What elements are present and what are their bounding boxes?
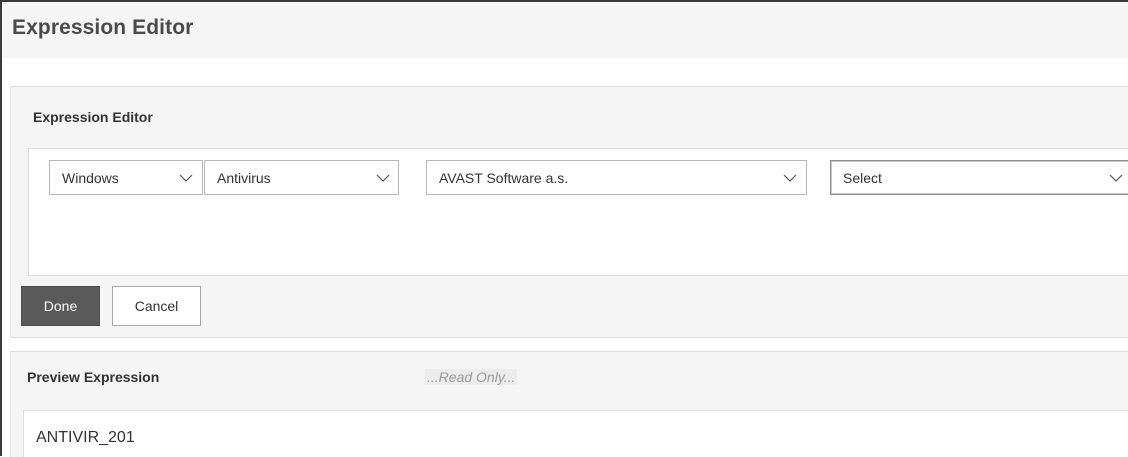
chevron-down-icon: [179, 174, 193, 182]
preview-expression-field: ANTIVIR_201: [23, 410, 1128, 457]
os-select[interactable]: Windows: [49, 160, 203, 195]
category-select-value: Antivirus: [217, 170, 271, 186]
preview-expression-value: ANTIVIR_201: [36, 429, 135, 446]
done-button[interactable]: Done: [21, 286, 100, 326]
chevron-down-icon: [376, 174, 390, 182]
title-spacer: [2, 58, 1128, 86]
editor-section-heading: Expression Editor: [33, 109, 153, 125]
preview-expression-panel: Preview Expression ...Read Only... ANTIV…: [10, 351, 1128, 457]
product-select-value: Select: [843, 170, 882, 186]
chevron-down-icon: [1109, 174, 1123, 182]
vendor-select-value: AVAST Software a.s.: [439, 170, 569, 186]
title-bar: Expression Editor: [2, 2, 1128, 58]
preview-heading: Preview Expression: [27, 369, 160, 385]
chevron-down-icon: [783, 174, 797, 182]
expression-builder-box: Windows Antivirus AVAST Software a.s. Se…: [28, 148, 1128, 276]
os-select-value: Windows: [62, 170, 119, 186]
cancel-button[interactable]: Cancel: [112, 286, 201, 326]
category-select[interactable]: Antivirus: [204, 160, 399, 195]
product-select[interactable]: Select: [830, 160, 1128, 195]
vendor-select[interactable]: AVAST Software a.s.: [426, 160, 807, 195]
read-only-note: ...Read Only...: [425, 369, 518, 385]
page-title: Expression Editor: [12, 16, 194, 39]
